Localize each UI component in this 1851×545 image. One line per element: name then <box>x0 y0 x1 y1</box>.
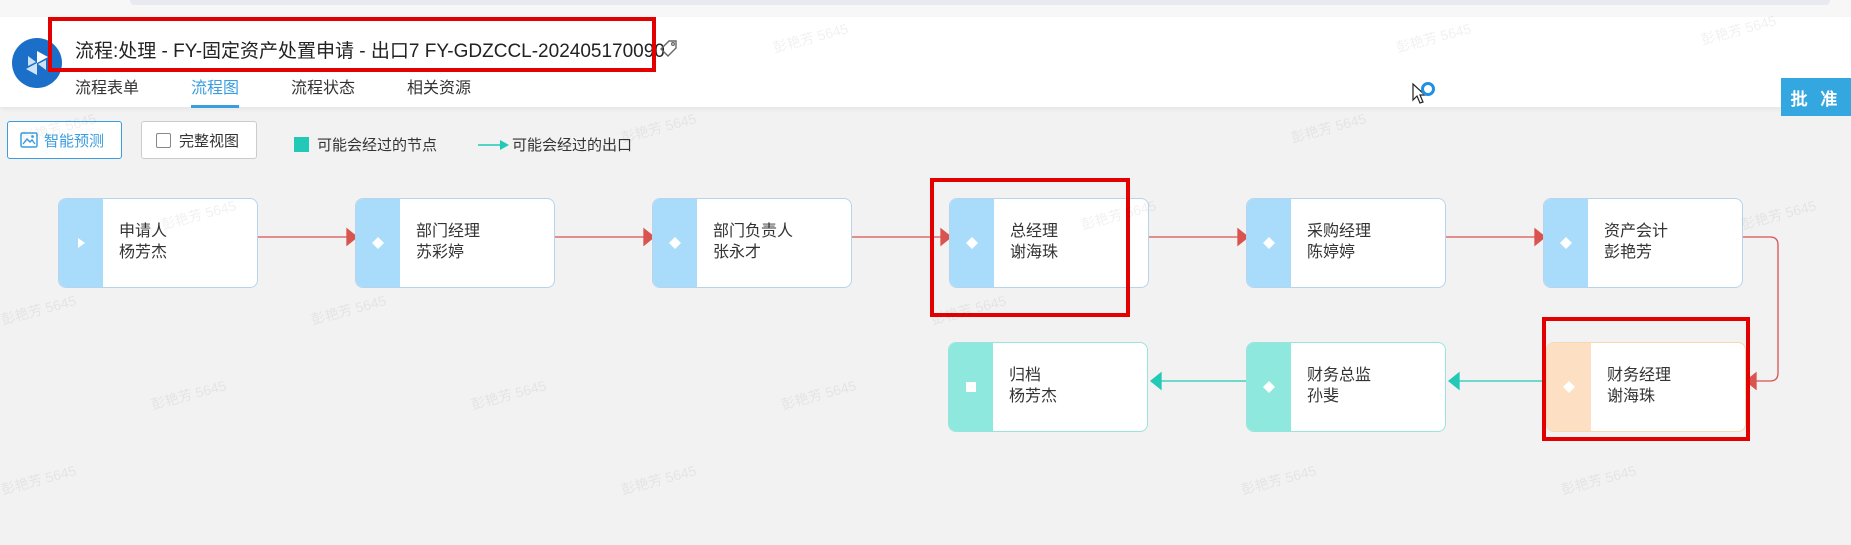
node-role: 总经理 <box>1010 223 1059 240</box>
mouse-cursor-icon <box>1412 82 1435 104</box>
node-role: 部门经理 <box>416 223 481 240</box>
page-header: 流程:处理 - FY-固定资产处置申请 - 出口7 FY-GDZCCL-2024… <box>0 17 1851 116</box>
flow-node-archive[interactable]: 归档 杨芳杰 <box>948 342 1148 432</box>
legend-possible-node: 可能会经过的节点 <box>294 134 437 155</box>
legend-exit-label: 可能会经过的出口 <box>512 137 633 154</box>
watermark: 彭艳芳 5645 <box>0 462 78 498</box>
node-role: 归档 <box>1009 367 1042 384</box>
teal-square-icon <box>294 137 309 152</box>
diamond-icon <box>966 237 978 249</box>
flow-node-general-manager[interactable]: 总经理 谢海珠 <box>949 198 1149 288</box>
watermark: 彭艳芳 5645 <box>1739 197 1818 233</box>
square-icon <box>966 382 976 392</box>
node-person: 孙斐 <box>1307 388 1340 405</box>
diamond-icon <box>372 237 384 249</box>
node-person: 谢海珠 <box>1010 244 1059 261</box>
watermark: 彭艳芳 5645 <box>0 292 78 328</box>
tab-process-form[interactable]: 流程表单 <box>75 74 139 108</box>
flow-node-finance-manager[interactable]: 财务经理 谢海珠 <box>1546 342 1746 432</box>
flow-node-finance-director[interactable]: 财务总监 孙斐 <box>1246 342 1446 432</box>
node-person: 杨芳杰 <box>1009 388 1058 405</box>
node-person: 苏彩婷 <box>416 244 465 261</box>
full-view-label: 完整视图 <box>179 132 240 150</box>
tab-bar: 流程表单 流程图 流程状态 相关资源 <box>75 74 523 108</box>
legend-node-label: 可能会经过的节点 <box>317 137 438 154</box>
tab-related-resources[interactable]: 相关资源 <box>407 74 471 108</box>
flow-node-dept-head[interactable]: 部门负责人 张永才 <box>652 198 852 288</box>
tag-icon[interactable] <box>658 37 680 59</box>
watermark: 彭艳芳 5645 <box>469 377 548 413</box>
watermark: 彭艳芳 5645 <box>619 462 698 498</box>
diamond-icon <box>669 237 681 249</box>
node-role: 部门负责人 <box>713 223 794 240</box>
teal-arrow-icon <box>478 139 509 150</box>
node-role: 采购经理 <box>1307 223 1372 240</box>
smart-predict-button[interactable]: 智能预测 <box>7 121 122 159</box>
node-person: 陈婷婷 <box>1307 244 1356 261</box>
watermark: 彭艳芳 5645 <box>779 377 858 413</box>
app-logo <box>12 38 62 88</box>
diamond-icon <box>1263 381 1275 393</box>
tab-process-status[interactable]: 流程状态 <box>291 74 355 108</box>
node-role: 申请人 <box>119 223 168 240</box>
flow-node-applicant[interactable]: 申请人 杨芳杰 <box>58 198 258 288</box>
flow-node-dept-manager[interactable]: 部门经理 苏彩婷 <box>355 198 555 288</box>
flow-node-asset-accountant[interactable]: 资产会计 彭艳芳 <box>1543 198 1743 288</box>
flow-node-purchase-manager[interactable]: 采购经理 陈婷婷 <box>1246 198 1446 288</box>
legend-possible-exit: 可能会经过的出口 <box>478 134 632 155</box>
tab-flow-chart[interactable]: 流程图 <box>191 74 240 108</box>
watermark: 彭艳芳 5645 <box>1289 110 1368 146</box>
node-role: 财务经理 <box>1607 367 1672 384</box>
full-view-toggle[interactable]: 完整视图 <box>141 121 257 159</box>
node-person: 谢海珠 <box>1607 388 1656 405</box>
watermark: 彭艳芳 5645 <box>1559 462 1638 498</box>
top-strip <box>130 0 1830 5</box>
node-role: 资产会计 <box>1604 223 1669 240</box>
watermark: 彭艳芳 5645 <box>1239 462 1318 498</box>
watermark: 彭艳芳 5645 <box>929 292 1008 328</box>
play-icon <box>78 238 85 248</box>
node-person: 张永才 <box>713 244 762 261</box>
node-person: 彭艳芳 <box>1604 244 1653 261</box>
node-person: 杨芳杰 <box>119 244 168 261</box>
approve-button[interactable]: 批 准 <box>1781 78 1851 116</box>
node-role: 财务总监 <box>1307 367 1372 384</box>
diamond-icon <box>1563 381 1575 393</box>
picture-icon <box>20 132 38 148</box>
page-title: 流程:处理 - FY-固定资产处置申请 - 出口7 FY-GDZCCL-2024… <box>75 41 665 62</box>
watermark: 彭艳芳 5645 <box>149 377 228 413</box>
checkbox[interactable] <box>156 132 171 148</box>
watermark: 彭艳芳 5645 <box>309 292 388 328</box>
diamond-icon <box>1263 237 1275 249</box>
browser-topbar <box>0 0 1851 18</box>
diamond-icon <box>1560 237 1572 249</box>
smart-predict-label: 智能预测 <box>44 132 105 150</box>
